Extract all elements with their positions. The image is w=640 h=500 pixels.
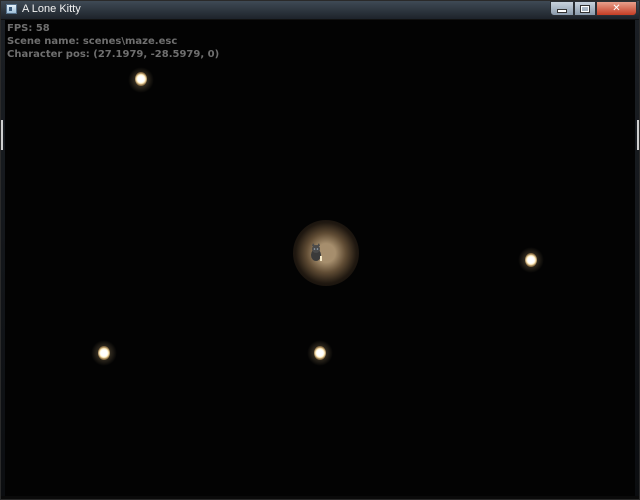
close-button[interactable]: ✕	[596, 1, 637, 16]
light-3	[98, 346, 110, 360]
character-pos-readout: Character pos: (27.1979, -28.5979, 0)	[7, 49, 220, 60]
debug-hud: FPS: 58 Scene name: scenes\maze.esc Char…	[7, 22, 219, 61]
character-light	[293, 220, 359, 286]
kitty-character-icon	[311, 243, 322, 261]
window-title: A Lone Kitty	[22, 3, 81, 15]
maximize-button[interactable]	[574, 1, 596, 16]
title-bar[interactable]: A Lone Kitty ✕	[1, 1, 639, 20]
close-icon: ✕	[612, 2, 621, 14]
minimize-button[interactable]	[550, 1, 574, 16]
game-window: A Lone Kitty ✕ FPS: 58 Scene name: scene…	[0, 0, 640, 500]
app-icon[interactable]	[6, 4, 17, 14]
left-frame-highlight	[1, 120, 3, 150]
fps-readout: FPS: 58	[7, 23, 50, 34]
light-4	[314, 346, 326, 360]
right-frame	[635, 20, 639, 496]
game-viewport[interactable]: FPS: 58 Scene name: scenes\maze.esc Char…	[5, 20, 635, 496]
minimize-icon	[557, 9, 567, 13]
window-controls: ✕	[550, 1, 637, 17]
scene-name-readout: Scene name: scenes\maze.esc	[7, 36, 178, 47]
maximize-icon	[580, 4, 590, 13]
right-frame-highlight	[637, 120, 639, 150]
light-1	[135, 72, 147, 86]
light-2	[525, 253, 537, 267]
